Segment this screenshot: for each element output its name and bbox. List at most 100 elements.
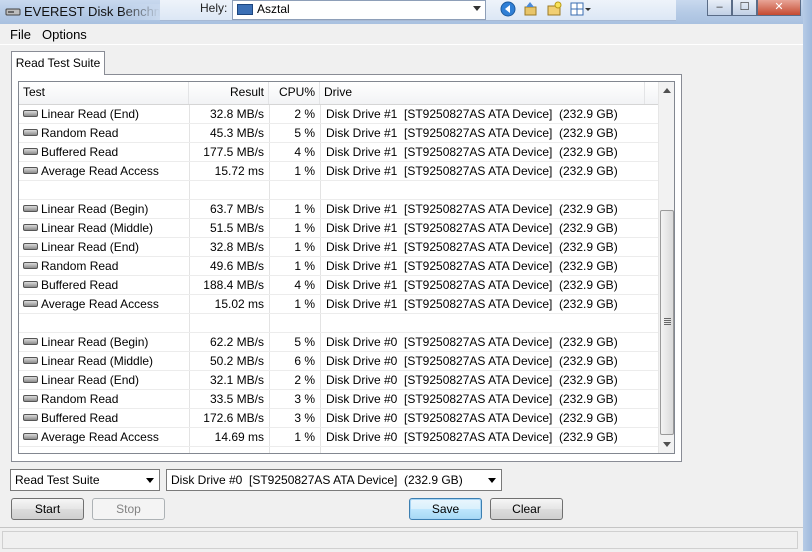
column-header-drive[interactable]: Drive bbox=[320, 82, 645, 104]
clear-button[interactable]: Clear bbox=[490, 498, 563, 520]
table-row[interactable]: Linear Read (End) 32.8 MB/s 2 % Disk Drive … bbox=[19, 105, 658, 124]
cell-cpu: 1 % bbox=[294, 240, 315, 254]
desktop-icon bbox=[237, 4, 253, 15]
cell-test: Linear Read (End) bbox=[23, 371, 188, 389]
drive-select[interactable]: Disk Drive #0 [ST9250827AS ATA Device] (… bbox=[166, 469, 502, 491]
table-row[interactable]: Buffered Read 188.4 MB/s 4 % Disk Drive #1 … bbox=[19, 276, 658, 295]
column-header-result[interactable]: Result bbox=[189, 82, 269, 104]
column-header-filler bbox=[645, 82, 658, 104]
location-dropdown[interactable]: Asztal bbox=[232, 0, 486, 20]
minimize-button[interactable]: – bbox=[707, 0, 732, 16]
table-row[interactable]: Random Read 45.3 MB/s 5 % Disk Drive #1 [ST… bbox=[19, 124, 658, 143]
cell-cpu: 1 % bbox=[294, 221, 315, 235]
cell-cpu: 1 % bbox=[294, 259, 315, 273]
column-header-cpu[interactable]: CPU% bbox=[269, 82, 320, 104]
table-row[interactable]: Linear Read (Begin) 63.7 MB/s 1 % Disk Driv… bbox=[19, 200, 658, 219]
save-button[interactable]: Save bbox=[409, 498, 482, 520]
cell-result: 32.1 MB/s bbox=[209, 373, 264, 387]
table-row[interactable]: Linear Read (End) 32.8 MB/s 1 % Disk Drive … bbox=[19, 238, 658, 257]
test-name: Random Read bbox=[41, 392, 119, 406]
arrow-down-icon bbox=[663, 442, 671, 447]
chevron-down-icon bbox=[473, 6, 481, 11]
cell-drive: Disk Drive #0 [ST9250827AS ATA Device] (… bbox=[326, 392, 618, 406]
cell-test: Random Read bbox=[23, 124, 188, 142]
table-row[interactable]: Linear Read (End) 32.1 MB/s 2 % Disk Drive … bbox=[19, 371, 658, 390]
vertical-scrollbar[interactable] bbox=[658, 82, 674, 453]
maximize-button[interactable]: ☐ bbox=[732, 0, 757, 16]
hard-disk-icon bbox=[23, 338, 38, 346]
table-row[interactable]: Random Read 49.6 MB/s 1 % Disk Drive #1 [ST… bbox=[19, 257, 658, 276]
menu-options[interactable]: Options bbox=[42, 27, 87, 42]
cell-drive: Disk Drive #1 [ST9250827AS ATA Device] (… bbox=[326, 145, 618, 159]
test-name: Buffered Read bbox=[41, 411, 119, 425]
close-button[interactable]: ✕ bbox=[757, 0, 801, 16]
cell-test: Linear Read (End) bbox=[23, 238, 188, 256]
hard-disk-icon bbox=[23, 433, 38, 441]
cell-drive: Disk Drive #1 [ST9250827AS ATA Device] (… bbox=[326, 126, 618, 140]
back-icon[interactable] bbox=[500, 1, 516, 17]
cell-cpu: 2 % bbox=[294, 107, 315, 121]
menu-file[interactable]: File bbox=[10, 27, 31, 42]
hard-disk-icon bbox=[23, 243, 38, 251]
cell-result: 45.3 MB/s bbox=[209, 126, 264, 140]
scroll-down-button[interactable] bbox=[659, 436, 674, 453]
grip-line bbox=[664, 318, 671, 319]
hard-disk-icon bbox=[23, 395, 38, 403]
list-header: Test Result CPU% Drive bbox=[19, 82, 658, 105]
title-bar: EVEREST Disk Benchmark Hely: Asztal – ☐ … bbox=[0, 0, 812, 24]
column-header-test[interactable]: Test bbox=[19, 82, 189, 104]
disk-drive-icon bbox=[5, 8, 21, 16]
cell-drive: Disk Drive #0 [ST9250827AS ATA Device] (… bbox=[326, 373, 618, 387]
test-name: Linear Read (Begin) bbox=[41, 335, 149, 349]
cell-cpu: 2 % bbox=[294, 373, 315, 387]
cell-drive: Disk Drive #0 [ST9250827AS ATA Device] (… bbox=[326, 335, 618, 349]
cell-result: 62.2 MB/s bbox=[209, 335, 264, 349]
table-row[interactable]: Linear Read (Begin) 62.2 MB/s 5 % Disk Driv… bbox=[19, 333, 658, 352]
cell-cpu: 4 % bbox=[294, 278, 315, 292]
cell-result: 51.5 MB/s bbox=[209, 221, 264, 235]
table-row[interactable]: Average Read Access 15.72 ms 1 % Disk Drive… bbox=[19, 162, 658, 181]
grip-line bbox=[664, 320, 671, 321]
results-list[interactable]: Test Result CPU% Drive Linear Read (End)… bbox=[18, 81, 675, 454]
cell-cpu: 5 % bbox=[294, 335, 315, 349]
cell-result: 49.6 MB/s bbox=[209, 259, 264, 273]
table-row[interactable]: Linear Read (Middle) 50.2 MB/s 6 % Disk Dri… bbox=[19, 352, 658, 371]
test-name: Buffered Read bbox=[41, 145, 119, 159]
table-row[interactable]: Average Read Access 15.02 ms 1 % Disk Drive… bbox=[19, 295, 658, 314]
hard-disk-icon bbox=[23, 376, 38, 384]
start-button[interactable]: Start bbox=[11, 498, 84, 520]
suite-select-value: Read Test Suite bbox=[15, 473, 100, 487]
test-name: Random Read bbox=[41, 126, 119, 140]
cell-drive: Disk Drive #1 [ST9250827AS ATA Device] (… bbox=[326, 240, 618, 254]
cell-result: 32.8 MB/s bbox=[209, 240, 264, 254]
cell-cpu: 3 % bbox=[294, 411, 315, 425]
table-row[interactable]: Buffered Read 177.5 MB/s 4 % Disk Drive #1 … bbox=[19, 143, 658, 162]
cell-test: Linear Read (Middle) bbox=[23, 352, 188, 370]
stop-button[interactable]: Stop bbox=[92, 498, 165, 520]
table-row[interactable]: Random Read 33.5 MB/s 3 % Disk Drive #0 [ST… bbox=[19, 390, 658, 409]
arrow-up-icon bbox=[663, 88, 671, 93]
cell-result: 50.2 MB/s bbox=[209, 354, 264, 368]
view-menu-icon[interactable] bbox=[570, 1, 592, 17]
cell-result: 172.6 MB/s bbox=[203, 411, 264, 425]
scrollbar-thumb[interactable] bbox=[660, 210, 674, 435]
chevron-down-icon bbox=[488, 478, 496, 483]
test-name: Buffered Read bbox=[41, 278, 119, 292]
table-row[interactable]: Average Read Access 14.69 ms 1 % Disk Drive… bbox=[19, 428, 658, 447]
table-row-spacer bbox=[19, 314, 658, 333]
scroll-up-button[interactable] bbox=[659, 82, 674, 99]
cell-result: 15.72 ms bbox=[214, 164, 264, 178]
table-row[interactable]: Linear Read (Middle) 51.5 MB/s 1 % Disk Dri… bbox=[19, 219, 658, 238]
grip-line bbox=[664, 322, 671, 323]
tab-read-test-suite[interactable]: Read Test Suite bbox=[11, 51, 105, 75]
cell-test: Random Read bbox=[23, 257, 188, 275]
hard-disk-icon bbox=[23, 414, 38, 422]
test-name: Random Read bbox=[41, 259, 119, 273]
new-folder-icon[interactable] bbox=[546, 1, 562, 17]
up-folder-icon[interactable] bbox=[522, 1, 538, 17]
table-row[interactable]: Buffered Read 172.6 MB/s 3 % Disk Drive #0 … bbox=[19, 409, 658, 428]
suite-select[interactable]: Read Test Suite bbox=[10, 469, 160, 491]
cell-drive: Disk Drive #1 [ST9250827AS ATA Device] (… bbox=[326, 221, 618, 235]
cell-cpu: 1 % bbox=[294, 202, 315, 216]
cell-test: Linear Read (Middle) bbox=[23, 219, 188, 237]
